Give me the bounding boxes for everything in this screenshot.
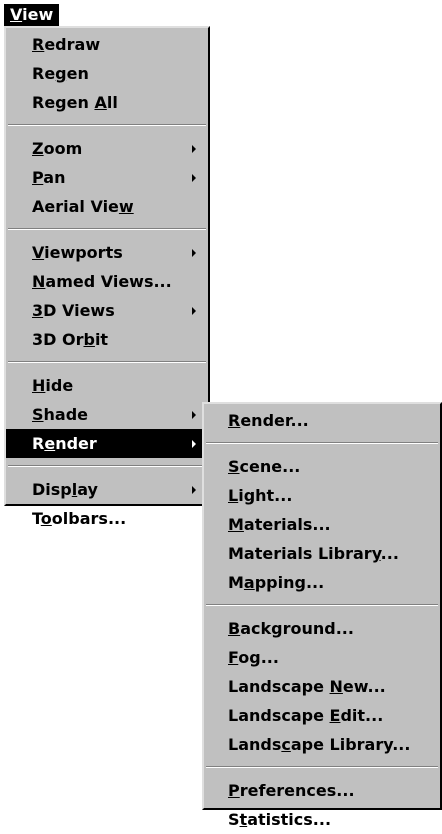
- view-menu-item-label: Viewports: [32, 243, 123, 262]
- menu-separator: [206, 442, 438, 444]
- menu-separator: [8, 228, 206, 230]
- render-menu-item-label: Mapping...: [228, 573, 325, 592]
- render-submenu: Render... Scene... Light... Materials... Mat…: [202, 402, 442, 829]
- view-menu-item-label: Hide: [32, 376, 74, 395]
- submenu-arrow-icon: [192, 411, 196, 419]
- render-menu-item-label: Landscape New...: [228, 677, 386, 696]
- render-menu-item-materials-library[interactable]: Materials Library...: [204, 539, 440, 568]
- view-menu-item-render[interactable]: Render: [6, 429, 208, 458]
- menu-separator: [206, 766, 438, 768]
- render-menu-item-scene[interactable]: Scene...: [204, 452, 440, 481]
- view-menu-title-label: View: [10, 5, 54, 24]
- view-menu-item-shade[interactable]: Shade: [6, 400, 208, 429]
- submenu-arrow-icon: [192, 440, 196, 448]
- render-menu-item-label: Render...: [228, 411, 309, 430]
- view-menu-item-named-views[interactable]: Named Views...: [6, 267, 208, 296]
- view-menu-item-regen-all[interactable]: Regen All: [6, 88, 208, 117]
- view-menu-item-3d-views[interactable]: 3D Views: [6, 296, 208, 325]
- submenu-arrow-icon: [192, 249, 196, 257]
- render-menu-item-label: Landscape Library...: [228, 735, 411, 754]
- menu-separator: [206, 604, 438, 606]
- render-menu-item-label: Preferences...: [228, 781, 355, 800]
- render-menu-item-background[interactable]: Background...: [204, 614, 440, 643]
- view-menu-item-aerial-view[interactable]: Aerial View: [6, 192, 208, 221]
- view-menu-item-label: Shade: [32, 405, 89, 424]
- render-menu-item-label: Materials...: [228, 515, 331, 534]
- render-menu-item-light[interactable]: Light...: [204, 481, 440, 510]
- view-menu-item-3d-orbit[interactable]: 3D Orbit: [6, 325, 208, 354]
- render-menu-item-label: Scene...: [228, 457, 301, 476]
- render-menu-item-label: Light...: [228, 486, 293, 505]
- render-menu-item-statistics[interactable]: Statistics...: [204, 805, 440, 834]
- menu-separator: [8, 124, 206, 126]
- view-menu-item-regen[interactable]: Regen: [6, 59, 208, 88]
- view-menu-item-label: Zoom: [32, 139, 83, 158]
- render-menu-item-label: Fog...: [228, 648, 279, 667]
- view-menu-item-hide[interactable]: Hide: [6, 371, 208, 400]
- view-menu-item-label: Regen All: [32, 93, 118, 112]
- view-menu-item-redraw[interactable]: Redraw: [6, 30, 208, 59]
- view-menu-item-label: Regen: [32, 64, 89, 83]
- render-menu-item-label: Landscape Edit...: [228, 706, 384, 725]
- view-menu-item-label: Render: [32, 434, 97, 453]
- render-menu-item-landscape-edit[interactable]: Landscape Edit...: [204, 701, 440, 730]
- menu-separator: [8, 465, 206, 467]
- view-menu-title[interactable]: View: [4, 4, 60, 26]
- render-menu-item-label: Statistics...: [228, 810, 332, 829]
- render-menu-item-fog[interactable]: Fog...: [204, 643, 440, 672]
- view-menu-item-label: 3D Views: [32, 301, 115, 320]
- view-menu-item-pan[interactable]: Pan: [6, 163, 208, 192]
- render-menu-item-preferences[interactable]: Preferences...: [204, 776, 440, 805]
- submenu-arrow-icon: [192, 174, 196, 182]
- menu-separator: [8, 361, 206, 363]
- view-menu-item-label: Pan: [32, 168, 66, 187]
- view-menu-item-toolbars[interactable]: Toolbars...: [6, 504, 208, 533]
- view-menu-item-label: Redraw: [32, 35, 101, 54]
- render-menu-item-render[interactable]: Render...: [204, 406, 440, 435]
- view-menu-item-label: Aerial View: [32, 197, 134, 216]
- render-menu-item-landscape-library[interactable]: Landscape Library...: [204, 730, 440, 759]
- view-menu-item-zoom[interactable]: Zoom: [6, 134, 208, 163]
- view-menu-item-label: Named Views...: [32, 272, 172, 291]
- view-menu-item-label: Toolbars...: [32, 509, 127, 528]
- view-menu-dropdown: Redraw Regen Regen All Zoom Pan Aerial View Vi…: [4, 26, 210, 528]
- view-menu-item-display[interactable]: Display: [6, 475, 208, 504]
- render-menu-item-mapping[interactable]: Mapping...: [204, 568, 440, 597]
- render-menu-item-landscape-new[interactable]: Landscape New...: [204, 672, 440, 701]
- render-menu-item-materials[interactable]: Materials...: [204, 510, 440, 539]
- view-menu-item-label: Display: [32, 480, 98, 499]
- submenu-arrow-icon: [192, 486, 196, 494]
- render-menu-item-label: Background...: [228, 619, 354, 638]
- submenu-arrow-icon: [192, 145, 196, 153]
- render-menu-item-label: Materials Library...: [228, 544, 399, 563]
- submenu-arrow-icon: [192, 307, 196, 315]
- view-menu-item-label: 3D Orbit: [32, 330, 109, 349]
- view-menu-item-viewports[interactable]: Viewports: [6, 238, 208, 267]
